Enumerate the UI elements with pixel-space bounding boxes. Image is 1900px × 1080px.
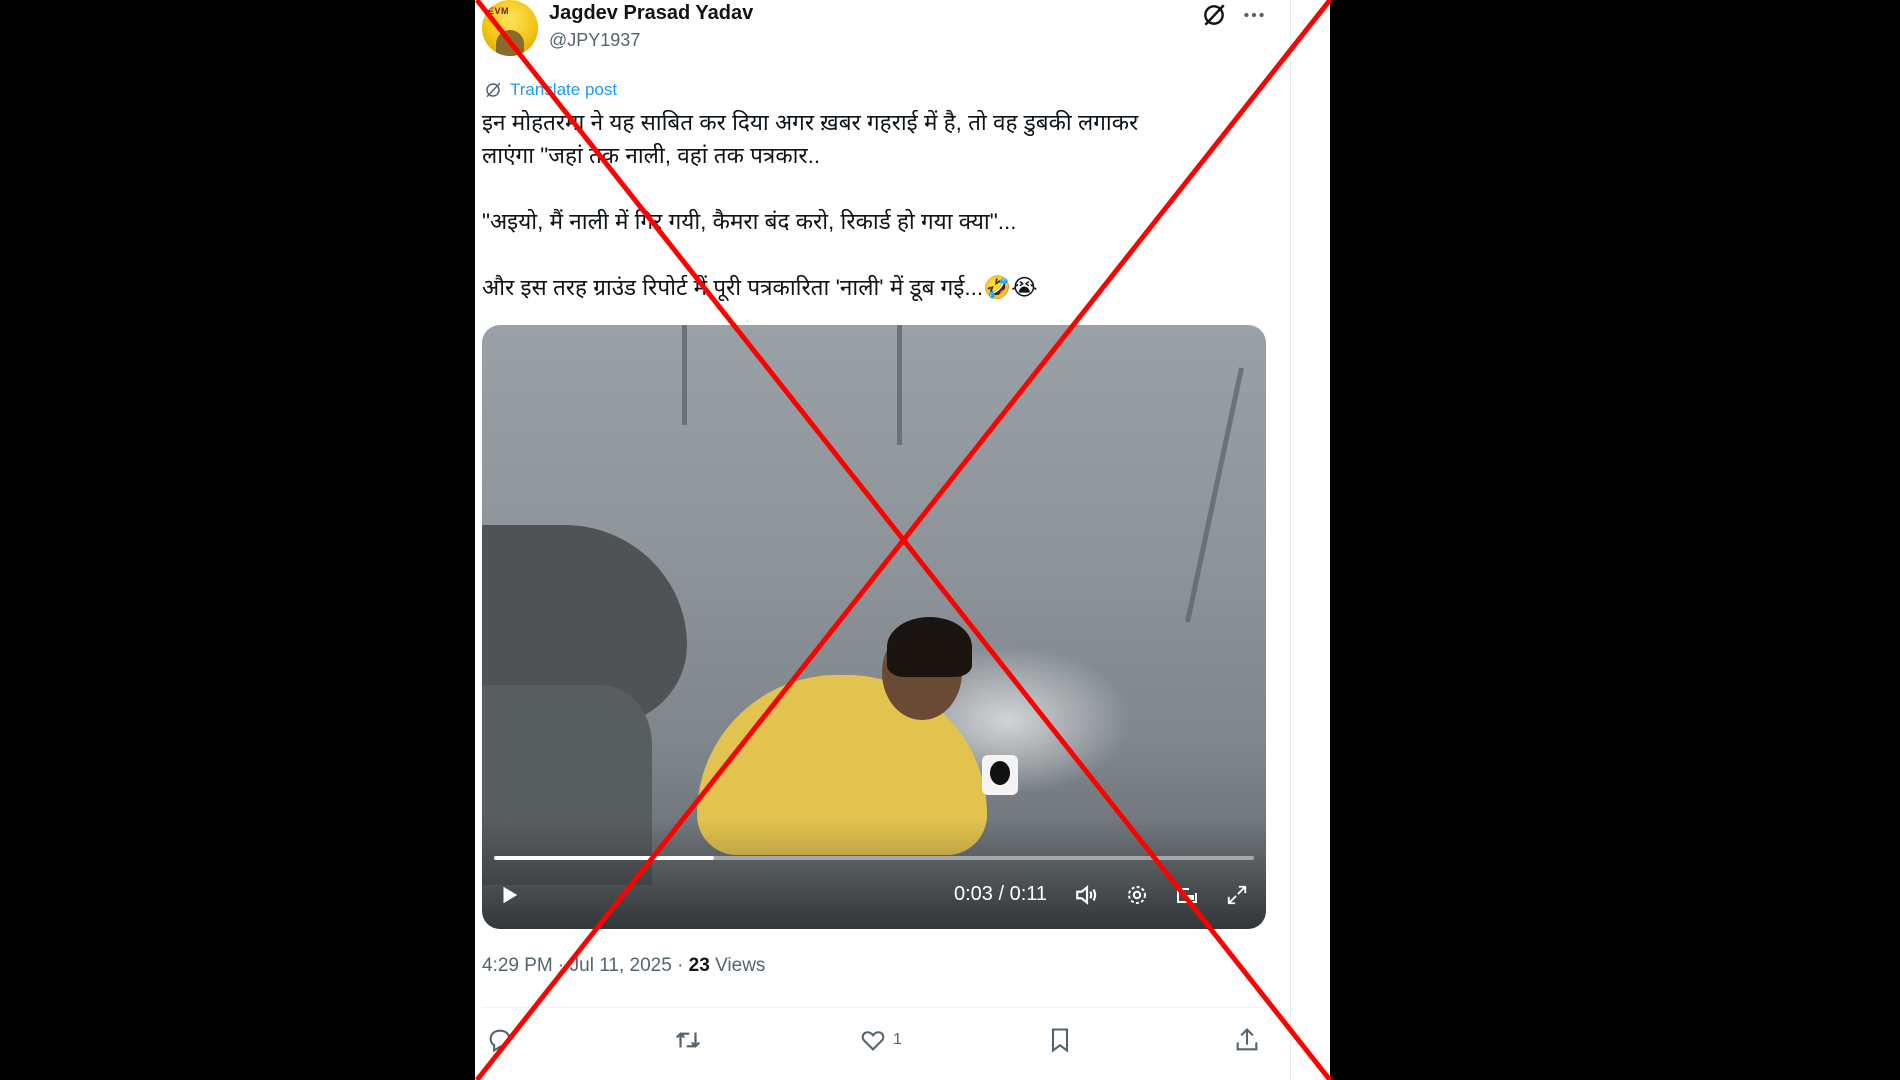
play-button[interactable] — [494, 880, 524, 910]
column-divider — [1290, 0, 1291, 1080]
reply-icon — [489, 1029, 511, 1053]
video-time: 0:03 / 0:11 — [954, 883, 1048, 905]
divider — [482, 1007, 1266, 1008]
picture-in-picture-icon — [1177, 888, 1197, 903]
volume-icon — [1076, 885, 1097, 905]
share-button[interactable] — [1233, 1020, 1261, 1060]
avatar-figure — [496, 30, 524, 56]
microphone — [982, 755, 1018, 795]
post-meta: 4:29 PM · Jul 11, 2025 · 23 Views — [482, 955, 766, 976]
post-text-line: और इस तरह ग्राउंड रिपोर्ट में पूरी पत्रक… — [482, 275, 1038, 300]
controls-shade — [482, 819, 1266, 929]
author-handle[interactable]: @JPY1937 — [549, 30, 640, 51]
translate-label: Translate post — [510, 80, 618, 99]
gear-icon — [1128, 886, 1146, 904]
fullscreen-icon — [1227, 885, 1247, 905]
post-date[interactable]: Jul 11, 2025 — [570, 955, 672, 976]
settings-button[interactable] — [1122, 880, 1152, 910]
pip-button[interactable] — [1172, 880, 1202, 910]
grok-small-icon — [486, 82, 501, 98]
reply-button[interactable] — [486, 1020, 514, 1060]
more-icon[interactable] — [1241, 2, 1267, 28]
heart-icon — [861, 1031, 885, 1051]
fullscreen-button[interactable] — [1222, 880, 1252, 910]
play-icon — [503, 886, 518, 904]
post-text-line: लाएंगा "जहां तक नाली, वहां तक पत्रकार.. — [482, 143, 821, 168]
bookmark-icon — [1051, 1028, 1069, 1053]
reflection — [897, 325, 902, 445]
share-icon — [1236, 1028, 1258, 1051]
avatar-text: EVM — [488, 6, 510, 16]
translate-post-link[interactable]: Translate post — [484, 80, 617, 100]
views-label: Views — [715, 955, 766, 976]
reflection — [682, 325, 687, 425]
video-progress-bar[interactable] — [494, 856, 1254, 860]
repost-button[interactable] — [673, 1020, 703, 1060]
reflection — [1185, 367, 1244, 623]
post-text: इन मोहतरमा ने यह साबित कर दिया अगर ख़बर … — [482, 106, 1282, 304]
video-progress-fill — [494, 856, 715, 860]
repost-icon — [675, 1032, 701, 1048]
volume-button[interactable] — [1072, 880, 1102, 910]
reporter-hair — [887, 617, 972, 677]
video-player[interactable]: 0:03 / 0:11 — [482, 325, 1266, 929]
post-text-line: इन मोहतरमा ने यह साबित कर दिया अगर ख़बर … — [482, 110, 1139, 135]
author-name[interactable]: Jagdev Prasad Yadav — [549, 2, 753, 25]
like-button[interactable]: 1 — [859, 1020, 902, 1060]
post-text-line: "अइयो, मैं नाली में गिर गयी, कैमरा बंद क… — [482, 209, 1017, 234]
bookmark-button[interactable] — [1046, 1020, 1074, 1060]
views-count: 23 — [688, 955, 710, 976]
avatar[interactable]: EVM — [482, 0, 538, 56]
grok-icon[interactable] — [1201, 2, 1227, 28]
like-count: 1 — [893, 1031, 902, 1048]
post-time[interactable]: 4:29 PM — [482, 955, 553, 976]
